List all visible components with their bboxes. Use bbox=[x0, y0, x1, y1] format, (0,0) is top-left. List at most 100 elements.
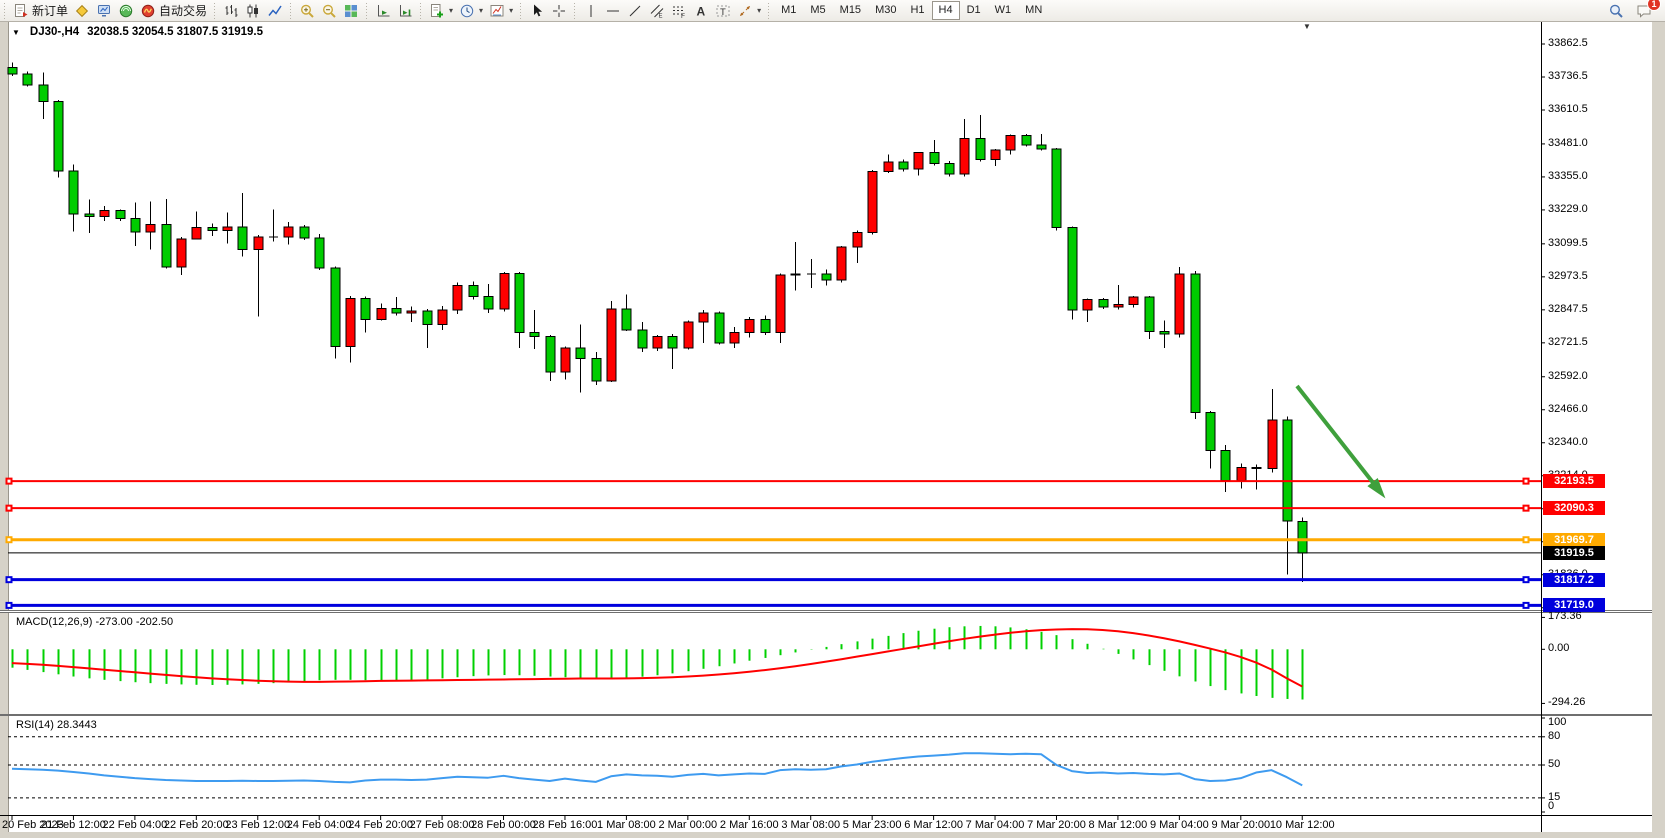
bear-candle bbox=[361, 298, 370, 319]
chevron-down-icon[interactable]: ▾ bbox=[757, 6, 761, 15]
main-toolbar: 新订单 自动交易 ▾ ▾ ▾ E F A T ▾ M1M5M15M30H1H4D1W1MN 1 bbox=[0, 0, 1665, 22]
text-button[interactable]: A bbox=[690, 1, 712, 20]
crosshair-button[interactable] bbox=[548, 1, 570, 20]
chart-window[interactable]: ▼ DJ30-,H4 32038.5 32054.5 31807.5 31919… bbox=[0, 21, 1665, 838]
line-handle-center bbox=[1525, 604, 1528, 607]
bull-candle bbox=[884, 162, 893, 172]
bear-candle bbox=[1052, 149, 1061, 228]
chart-shift-marker-icon[interactable]: ▼ bbox=[1303, 22, 1311, 31]
zoom-in-button[interactable] bbox=[296, 1, 318, 20]
window-menu-icon[interactable]: ▼ bbox=[12, 28, 20, 37]
timeframe-button-h4[interactable]: H4 bbox=[932, 1, 960, 20]
bear-candle bbox=[208, 228, 217, 231]
timeframe-button-m5[interactable]: M5 bbox=[803, 1, 832, 20]
indicators-button[interactable]: ▾ bbox=[426, 1, 456, 20]
timeframe-button-w1[interactable]: W1 bbox=[988, 1, 1019, 20]
rsi-axis-label: 50 bbox=[1548, 758, 1560, 770]
bear-candle bbox=[1252, 467, 1261, 468]
line-handle-center bbox=[8, 507, 11, 510]
bear-candle bbox=[530, 332, 539, 336]
vline-button[interactable] bbox=[580, 1, 602, 20]
toolbar-separator bbox=[364, 3, 370, 19]
bull-candle bbox=[653, 336, 662, 348]
channel-button[interactable]: E bbox=[646, 1, 668, 20]
text-icon: A bbox=[693, 3, 709, 19]
bear-candle bbox=[423, 311, 432, 325]
bull-candle bbox=[699, 313, 708, 322]
bull-candle bbox=[837, 247, 846, 280]
macd-axis-label: 0.00 bbox=[1548, 642, 1569, 654]
new-order-button[interactable]: 新订单 bbox=[10, 1, 71, 20]
timeframe-button-mn[interactable]: MN bbox=[1018, 1, 1049, 20]
line-handle-center bbox=[8, 604, 11, 607]
channel-icon: E bbox=[649, 3, 665, 19]
right-edge bbox=[1652, 21, 1665, 838]
bull-candle bbox=[1114, 304, 1123, 307]
bull-candle bbox=[561, 348, 570, 372]
timeframe-button-m30[interactable]: M30 bbox=[868, 1, 903, 20]
svg-text:A: A bbox=[697, 4, 706, 18]
bear-candle bbox=[131, 218, 140, 232]
timeframe-button-h1[interactable]: H1 bbox=[903, 1, 931, 20]
metaeditor-button[interactable] bbox=[71, 1, 93, 20]
cursor-button[interactable] bbox=[526, 1, 548, 20]
bull-candle bbox=[254, 237, 263, 250]
chevron-down-icon[interactable]: ▾ bbox=[479, 6, 483, 15]
text-label-button[interactable]: T bbox=[712, 1, 734, 20]
market-watch-button[interactable] bbox=[93, 1, 115, 20]
toolbar-separator bbox=[212, 3, 218, 19]
price-axis-tick-label: 33229.0 bbox=[1548, 203, 1588, 215]
templates-icon bbox=[489, 3, 505, 19]
chart-shift-button[interactable] bbox=[394, 1, 416, 20]
signal-button[interactable] bbox=[115, 1, 137, 20]
chevron-down-icon[interactable]: ▾ bbox=[509, 6, 513, 15]
trend-arrow-annotation[interactable] bbox=[1297, 386, 1378, 489]
autotrading-button[interactable]: 自动交易 bbox=[137, 1, 210, 20]
bull-candle bbox=[453, 285, 462, 310]
chart-canvas[interactable] bbox=[0, 21, 1665, 838]
price-axis-tick-label: 32592.0 bbox=[1548, 370, 1588, 382]
bear-candle bbox=[592, 359, 601, 381]
line-chart-icon bbox=[267, 3, 283, 19]
timeframe-button-m15[interactable]: M15 bbox=[833, 1, 868, 20]
templates-button[interactable]: ▾ bbox=[486, 1, 516, 20]
line-chart-button[interactable] bbox=[264, 1, 286, 20]
toolbar-separator bbox=[418, 3, 424, 19]
toolbar-button-label: 新订单 bbox=[32, 2, 68, 19]
auto-scroll-button[interactable] bbox=[372, 1, 394, 20]
tile-windows-button[interactable] bbox=[340, 1, 362, 20]
svg-text:T: T bbox=[720, 6, 726, 17]
search-button[interactable] bbox=[1605, 1, 1627, 20]
bull-candle bbox=[1237, 467, 1246, 480]
bear-candle bbox=[576, 348, 585, 358]
zoom-out-button[interactable] bbox=[318, 1, 340, 20]
macd-axis-label: -294.26 bbox=[1548, 696, 1585, 708]
candle-chart-icon bbox=[245, 3, 261, 19]
fibo-button[interactable]: F bbox=[668, 1, 690, 20]
bull-candle bbox=[284, 227, 293, 237]
periods-button[interactable]: ▾ bbox=[456, 1, 486, 20]
hline-button[interactable] bbox=[602, 1, 624, 20]
price-axis-tick-label: 32340.0 bbox=[1548, 436, 1588, 448]
periods-icon bbox=[459, 3, 475, 19]
toolbar-separator bbox=[288, 3, 294, 19]
trendline-button[interactable] bbox=[624, 1, 646, 20]
line-handle-center bbox=[8, 480, 11, 483]
bear-candle bbox=[976, 138, 985, 159]
svg-text:F: F bbox=[681, 13, 685, 19]
timeframe-button-d1[interactable]: D1 bbox=[960, 1, 988, 20]
trendline-icon bbox=[627, 3, 643, 19]
candle-chart-button[interactable] bbox=[242, 1, 264, 20]
bull-candle bbox=[868, 172, 877, 233]
bull-candle bbox=[500, 274, 509, 309]
chevron-down-icon[interactable]: ▾ bbox=[449, 6, 453, 15]
price-tag: 32090.3 bbox=[1543, 501, 1605, 515]
timeframe-button-m1[interactable]: M1 bbox=[774, 1, 803, 20]
market-watch-icon bbox=[96, 3, 112, 19]
bull-candle bbox=[1083, 300, 1092, 310]
zoom-out-icon bbox=[321, 3, 337, 19]
notifications-button[interactable]: 1 bbox=[1633, 1, 1655, 20]
bar-chart-button[interactable] bbox=[220, 1, 242, 20]
arrows-button[interactable]: ▾ bbox=[734, 1, 764, 20]
search-icon bbox=[1608, 3, 1624, 19]
